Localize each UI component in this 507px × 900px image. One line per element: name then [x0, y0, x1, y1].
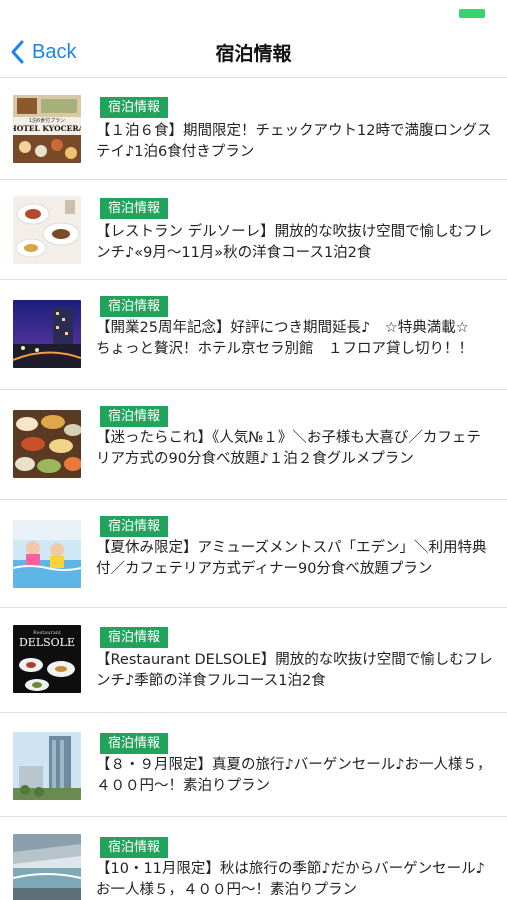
plan-thumbnail	[13, 196, 81, 264]
list-item[interactable]: Restaurant DELSOLE 宿泊情報 【Restaurant DELS…	[0, 608, 507, 713]
status-badge: 宿泊情報	[100, 733, 169, 754]
plan-title: 【８・９月限定】真夏の旅行♪バーゲンセール♪お一人様５，４００円〜！素泊りプラン	[96, 757, 492, 794]
plan-title: 【10・11月限定】秋は旅行の季節♪だからバーゲンセール♪お一人様５，４００円〜…	[96, 861, 485, 898]
navigation-bar: Back 宿泊情報	[0, 26, 507, 78]
thumb-caption: HOTEL KYOCERA	[13, 124, 81, 133]
plan-title: 【開業25周年記念】好評につき期間延長♪ ☆特典満載☆ ちょっと贅沢！ホテル京セ…	[96, 320, 484, 357]
battery-icon	[459, 9, 485, 18]
plan-thumbnail: 1泊6食付プラン HOTEL KYOCERA	[13, 95, 81, 163]
plan-thumbnail	[13, 834, 81, 900]
list-item[interactable]: 宿泊情報 【迷ったらこれ】《人気№１》＼お子様も大喜び／カフェテリア方式の90分…	[0, 390, 507, 500]
list-item[interactable]: 1泊6食付プラン HOTEL KYOCERA 宿泊情報 【１泊６食】期間限定！チ…	[0, 79, 507, 180]
plan-thumbnail	[13, 732, 81, 800]
status-badge: 宿泊情報	[100, 97, 169, 118]
status-badge: 宿泊情報	[100, 516, 169, 537]
status-bar	[0, 0, 507, 26]
list-item[interactable]: 宿泊情報 【８・９月限定】真夏の旅行♪バーゲンセール♪お一人様５，４００円〜！素…	[0, 713, 507, 817]
status-badge: 宿泊情報	[100, 406, 169, 427]
list-item[interactable]: 宿泊情報 【開業25周年記念】好評につき期間延長♪ ☆特典満載☆ ちょっと贅沢！…	[0, 280, 507, 390]
plan-thumbnail	[13, 300, 81, 368]
plan-title: 【Restaurant DELSOLE】開放的な吹抜け空間で愉しむフレンチ♪季節…	[96, 652, 493, 689]
plan-thumbnail	[13, 520, 81, 588]
plan-title: 【レストラン デルソーレ】開放的な吹抜け空間で愉しむフレンチ♪«9月〜11月»秋…	[96, 224, 493, 261]
plan-thumbnail	[13, 410, 81, 478]
thumb-caption: DELSOLE	[19, 636, 75, 649]
list-item[interactable]: 宿泊情報 【10・11月限定】秋は旅行の季節♪だからバーゲンセール♪お一人様５，…	[0, 817, 507, 900]
plan-list: 1泊6食付プラン HOTEL KYOCERA 宿泊情報 【１泊６食】期間限定！チ…	[0, 79, 507, 900]
status-badge: 宿泊情報	[100, 627, 169, 648]
plan-title: 【１泊６食】期間限定！チェックアウト12時で満腹ロングステイ♪1泊6食付きプラン	[96, 123, 492, 160]
status-badge: 宿泊情報	[100, 837, 169, 858]
plan-thumbnail: Restaurant DELSOLE	[13, 625, 81, 693]
list-item[interactable]: 宿泊情報 【レストラン デルソーレ】開放的な吹抜け空間で愉しむフレンチ♪«9月〜…	[0, 180, 507, 280]
status-badge: 宿泊情報	[100, 198, 169, 219]
list-item[interactable]: 宿泊情報 【夏休み限定】アミューズメントスパ「エデン」＼利用特典付／カフェテリア…	[0, 500, 507, 608]
plan-title: 【夏休み限定】アミューズメントスパ「エデン」＼利用特典付／カフェテリア方式ディナ…	[96, 540, 487, 577]
page-title: 宿泊情報	[215, 43, 292, 65]
status-badge: 宿泊情報	[100, 296, 169, 317]
plan-title: 【迷ったらこれ】《人気№１》＼お子様も大喜び／カフェテリア方式の90分食べ放題♪…	[96, 430, 481, 467]
thumb-subcaption: 1泊6食付プラン	[29, 117, 65, 124]
